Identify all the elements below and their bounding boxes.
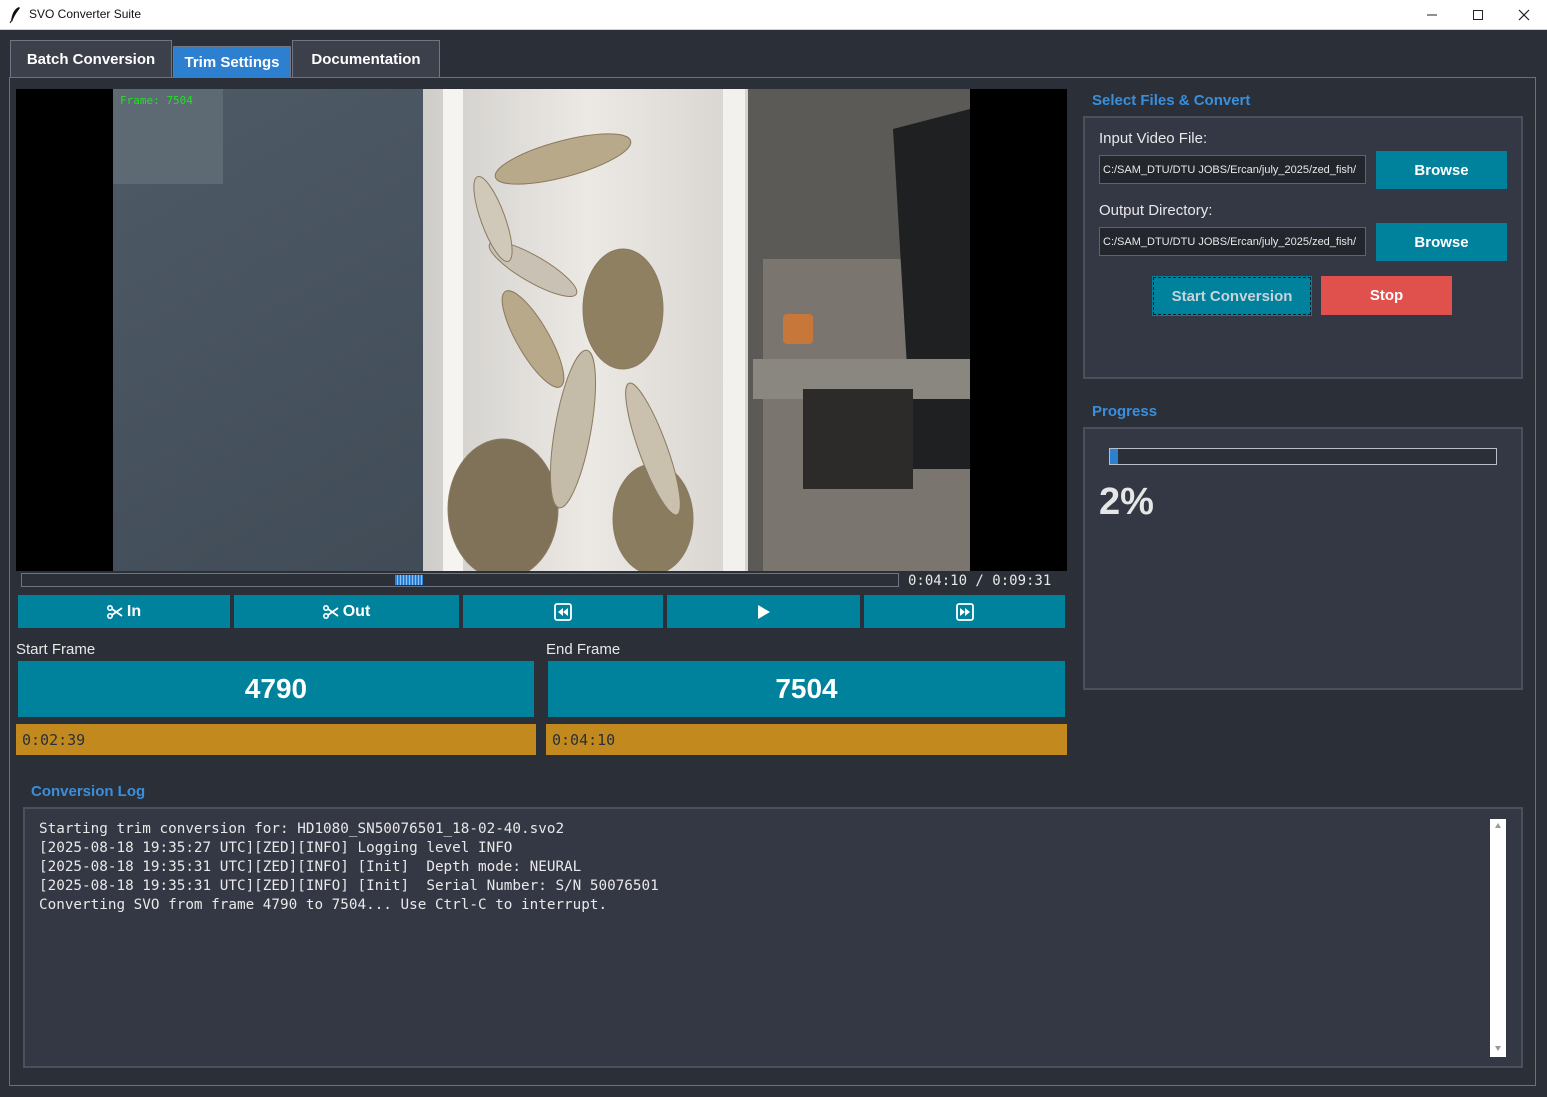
output-dir-label: Output Directory:: [1099, 202, 1213, 219]
log-line: Converting SVO from frame 4790 to 7504..…: [39, 897, 608, 913]
browse-output-button[interactable]: Browse: [1376, 223, 1507, 261]
start-time-display: 0:02:39: [16, 724, 536, 755]
progress-section-title: Progress: [1092, 403, 1158, 420]
browse-input-button[interactable]: Browse: [1376, 151, 1507, 189]
end-frame-label: End Frame: [546, 641, 621, 658]
mark-in-label: In: [126, 602, 142, 620]
minimize-button[interactable]: [1409, 0, 1455, 30]
start-conversion-button[interactable]: Start Conversion: [1152, 276, 1312, 316]
play-button[interactable]: [667, 595, 860, 628]
log-line: [2025-08-18 19:35:27 UTC][ZED][INFO] Log…: [39, 840, 513, 856]
scroll-down-arrow-icon[interactable]: [1494, 1044, 1502, 1052]
files-section-title: Select Files & Convert: [1092, 92, 1251, 109]
close-icon: [1518, 9, 1530, 21]
scissors-icon: [322, 604, 339, 619]
step-back-icon: [554, 602, 572, 621]
timeline-slider-handle[interactable]: [395, 575, 423, 585]
mark-out-label: Out: [342, 602, 371, 620]
log-text-area[interactable]: Starting trim conversion for: HD1080_SN5…: [38, 819, 1489, 1057]
close-button[interactable]: [1501, 0, 1547, 30]
maximize-button[interactable]: [1455, 0, 1501, 30]
mark-out-button[interactable]: Out: [234, 595, 459, 628]
step-forward-button[interactable]: [864, 595, 1065, 628]
play-icon: [757, 604, 770, 619]
frame-counter-overlay: Frame: 7504: [120, 94, 193, 107]
step-forward-icon: [955, 602, 974, 621]
feather-icon: [9, 7, 20, 24]
maximize-icon: [1473, 10, 1483, 20]
window-title-bar[interactable]: SVO Converter Suite: [0, 0, 1547, 30]
log-line: [2025-08-18 19:35:31 UTC][ZED][INFO] [In…: [39, 859, 582, 875]
input-file-field[interactable]: C:/SAM_DTU/DTU JOBS/Ercan/july_2025/zed_…: [1099, 155, 1366, 184]
input-file-label: Input Video File:: [1099, 130, 1208, 147]
scissors-icon: [106, 604, 123, 619]
window-title: SVO Converter Suite: [29, 7, 142, 21]
output-dir-field[interactable]: C:/SAM_DTU/DTU JOBS/Ercan/july_2025/zed_…: [1099, 227, 1366, 256]
log-line: Starting trim conversion for: HD1080_SN5…: [39, 821, 565, 837]
log-section-title: Conversion Log: [31, 783, 146, 800]
scroll-up-arrow-icon[interactable]: [1494, 822, 1502, 830]
start-frame-label: Start Frame: [16, 641, 96, 658]
progress-bar-fill: [1110, 449, 1118, 464]
tab-batch-conversion[interactable]: Batch Conversion: [10, 40, 172, 77]
timeline-slider[interactable]: [21, 573, 899, 587]
progress-bar: [1109, 448, 1497, 465]
tab-trim-settings[interactable]: Trim Settings: [173, 46, 291, 77]
video-preview: Frame: 7504: [16, 89, 1067, 571]
progress-group: [1083, 427, 1523, 690]
step-back-button[interactable]: [463, 595, 663, 628]
video-frame-image: [113, 89, 970, 571]
end-time-display: 0:04:10: [546, 724, 1067, 755]
log-line: [2025-08-18 19:35:31 UTC][ZED][INFO] [In…: [39, 878, 659, 894]
stop-button[interactable]: Stop: [1321, 276, 1452, 315]
tab-documentation[interactable]: Documentation: [292, 40, 440, 77]
progress-percent-text: 2%: [1099, 481, 1154, 523]
end-frame-field[interactable]: 7504: [548, 661, 1065, 717]
mark-in-button[interactable]: In: [18, 595, 230, 628]
minimize-icon: [1427, 14, 1437, 16]
log-scrollbar[interactable]: [1490, 819, 1506, 1057]
timecode-display: 0:04:10 / 0:09:31: [908, 573, 1052, 589]
start-frame-field[interactable]: 4790: [18, 661, 534, 717]
